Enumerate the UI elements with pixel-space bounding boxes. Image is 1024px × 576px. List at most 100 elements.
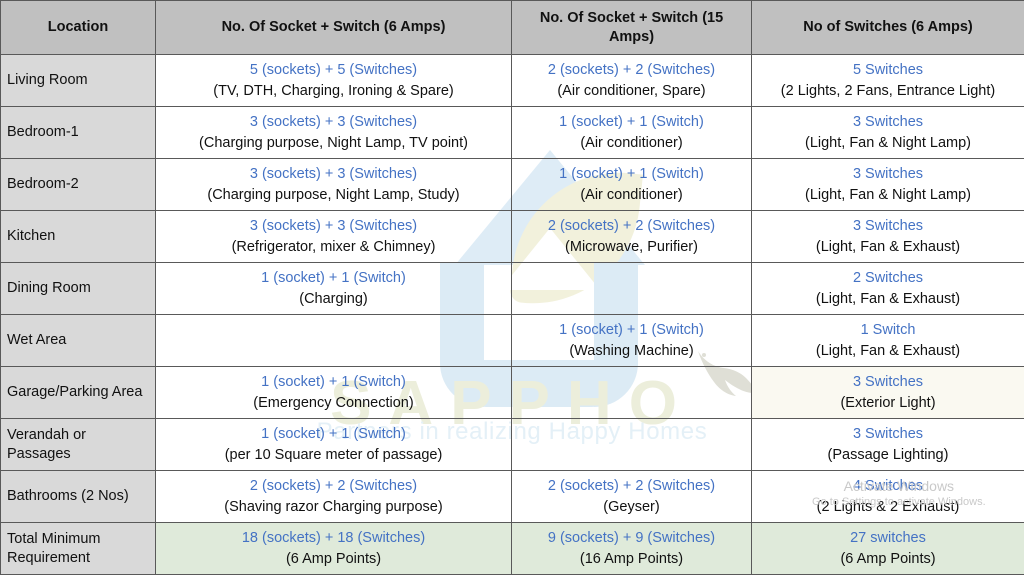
cell-switches-6amps-detail: (Light, Fan & Night Lamp) — [804, 186, 972, 203]
header-row: Location No. Of Socket + Switch (6 Amps)… — [0, 0, 1024, 55]
cell-socket-switch-6amps-count: 3 (sockets) + 3 (Switches) — [249, 113, 418, 130]
cell-socket-switch-15amps-count: 9 (sockets) + 9 (Switches) — [547, 529, 716, 546]
table-row: Dining Room 1 (socket) + 1 (Switch) (Charg… — [0, 262, 1024, 315]
column-header-socket-switch-15amps: No. Of Socket + Switch (15 Amps) — [511, 0, 752, 55]
cell-socket-switch-15amps-detail: (Air conditioner) — [580, 186, 683, 203]
cell-socket-switch-6amps-count: 1 (socket) + 1 (Switch) — [261, 425, 406, 442]
table-row: Garage/Parking Area 1 (socket) + 1 (Switc… — [0, 366, 1024, 419]
cell-location: Dining Room — [0, 262, 156, 315]
cell-switches-6amps-detail: (2 Lights, 2 Fans, Entrance Light) — [780, 82, 996, 99]
cell-socket-switch-15amps-detail: (Microwave, Purifier) — [565, 238, 698, 255]
cell-switches-6amps: 5 Switches (2 Lights, 2 Fans, Entrance Li… — [751, 54, 1024, 107]
cell-switches-6amps-detail: (2 Lights & 2 Exhaust) — [816, 498, 960, 515]
cell-switches-6amps-detail: (Light, Fan & Exhaust) — [815, 238, 961, 255]
table-header: Location No. Of Socket + Switch (6 Amps)… — [0, 0, 1024, 55]
cell-socket-switch-15amps — [511, 366, 752, 419]
cell-switches-6amps: 3 Switches (Passage Lighting) — [751, 418, 1024, 471]
cell-socket-switch-15amps-count: 1 (socket) + 1 (Switch) — [559, 321, 704, 338]
table-row: Kitchen 3 (sockets) + 3 (Switches) (Refrig… — [0, 210, 1024, 263]
cell-location: Living Room — [0, 54, 156, 107]
cell-location: Bathrooms (2 Nos) — [0, 470, 156, 523]
cell-socket-switch-6amps-detail: (Charging purpose, Night Lamp, TV point) — [199, 134, 468, 151]
table-body: Living Room 5 (sockets) + 5 (Switches) (TV… — [0, 54, 1024, 575]
cell-socket-switch-6amps: 18 (sockets) + 18 (Switches) (6 Amp Point… — [155, 522, 512, 575]
cell-switches-6amps: 4 Switches (2 Lights & 2 Exhaust) — [751, 470, 1024, 523]
cell-socket-switch-15amps-count: 2 (sockets) + 2 (Switches) — [547, 477, 716, 494]
cell-socket-switch-15amps-count: 2 (sockets) + 2 (Switches) — [547, 217, 716, 234]
cell-socket-switch-15amps: 9 (sockets) + 9 (Switches) (16 Amp Points… — [511, 522, 752, 575]
cell-socket-switch-6amps-detail: (Refrigerator, mixer & Chimney) — [231, 238, 436, 255]
cell-socket-switch-6amps-count: 18 (sockets) + 18 (Switches) — [241, 529, 426, 546]
cell-switches-6amps: 3 Switches (Light, Fan & Night Lamp) — [751, 158, 1024, 211]
electrical-points-table: Location No. Of Socket + Switch (6 Amps)… — [0, 0, 1024, 575]
cell-socket-switch-6amps: 2 (sockets) + 2 (Switches) (Shaving razor… — [155, 470, 512, 523]
cell-socket-switch-15amps-count: 2 (sockets) + 2 (Switches) — [547, 61, 716, 78]
cell-switches-6amps-detail: (Light, Fan & Night Lamp) — [804, 134, 972, 151]
cell-switches-6amps-count: 4 Switches — [852, 477, 924, 494]
cell-socket-switch-15amps-detail: (Air conditioner) — [580, 134, 683, 151]
table-row: Bedroom-2 3 (sockets) + 3 (Switches) (Char… — [0, 158, 1024, 211]
cell-socket-switch-6amps-detail: (Shaving razor Charging purpose) — [224, 498, 443, 515]
cell-switches-6amps-detail: (6 Amp Points) — [840, 550, 936, 567]
table-row: Wet Area 1 (socket) + 1 (Switch) (Washing … — [0, 314, 1024, 367]
cell-switches-6amps-count: 27 switches — [850, 529, 926, 546]
cell-socket-switch-6amps-detail: (per 10 Square meter of passage) — [224, 446, 443, 463]
cell-socket-switch-6amps-detail: (Charging purpose, Night Lamp, Study) — [207, 186, 460, 203]
cell-switches-6amps: 27 switches (6 Amp Points) — [751, 522, 1024, 575]
cell-socket-switch-15amps-count: 1 (socket) + 1 (Switch) — [559, 113, 704, 130]
cell-switches-6amps-detail: (Exterior Light) — [840, 394, 936, 411]
cell-switches-6amps: 1 Switch (Light, Fan & Exhaust) — [751, 314, 1024, 367]
cell-switches-6amps-count: 1 Switch — [860, 321, 916, 338]
cell-socket-switch-6amps-detail: (Emergency Connection) — [253, 394, 414, 411]
cell-socket-switch-15amps-detail: (Air conditioner, Spare) — [557, 82, 706, 99]
cell-switches-6amps-count: 2 Switches — [852, 269, 924, 286]
cell-socket-switch-6amps: 5 (sockets) + 5 (Switches) (TV, DTH, Char… — [155, 54, 512, 107]
cell-switches-6amps-detail: (Passage Lighting) — [827, 446, 949, 463]
cell-socket-switch-6amps-count: 1 (socket) + 1 (Switch) — [261, 269, 406, 286]
cell-socket-switch-6amps-count: 3 (sockets) + 3 (Switches) — [249, 217, 418, 234]
cell-socket-switch-6amps-count: 5 (sockets) + 5 (Switches) — [249, 61, 418, 78]
cell-socket-switch-15amps-detail: (Washing Machine) — [569, 342, 694, 359]
cell-socket-switch-6amps — [155, 314, 512, 367]
cell-switches-6amps-count: 5 Switches — [852, 61, 924, 78]
cell-socket-switch-6amps-detail: (TV, DTH, Charging, Ironing & Spare) — [213, 82, 454, 99]
cell-switches-6amps: 2 Switches (Light, Fan & Exhaust) — [751, 262, 1024, 315]
cell-socket-switch-6amps: 3 (sockets) + 3 (Switches) (Charging purp… — [155, 158, 512, 211]
spreadsheet-table-screenshot: SAPPHO Partners in realizing Happy Homes… — [0, 0, 1024, 576]
cell-socket-switch-15amps-detail: (Geyser) — [603, 498, 660, 515]
cell-location: Bedroom-2 — [0, 158, 156, 211]
cell-socket-switch-6amps-detail: (6 Amp Points) — [285, 550, 382, 567]
table-row: Living Room 5 (sockets) + 5 (Switches) (TV… — [0, 54, 1024, 107]
cell-switches-6amps: 3 Switches (Exterior Light) — [751, 366, 1024, 419]
cell-socket-switch-6amps-count: 3 (sockets) + 3 (Switches) — [249, 165, 418, 182]
cell-socket-switch-6amps: 1 (socket) + 1 (Switch) (Charging) — [155, 262, 512, 315]
cell-location: Verandah or Passages — [0, 418, 156, 471]
cell-socket-switch-6amps: 3 (sockets) + 3 (Switches) (Refrigerator,… — [155, 210, 512, 263]
cell-location: Total Minimum Requirement — [0, 522, 156, 575]
column-header-switches-6amps: No of Switches (6 Amps) — [751, 0, 1024, 55]
cell-socket-switch-6amps-detail: (Charging) — [299, 290, 368, 307]
table-row: Bedroom-1 3 (sockets) + 3 (Switches) (Char… — [0, 106, 1024, 159]
cell-location: Bedroom-1 — [0, 106, 156, 159]
cell-socket-switch-6amps-count: 2 (sockets) + 2 (Switches) — [249, 477, 418, 494]
cell-socket-switch-15amps: 2 (sockets) + 2 (Switches) (Microwave, Pu… — [511, 210, 752, 263]
cell-socket-switch-15amps: 1 (socket) + 1 (Switch) (Air conditioner) — [511, 158, 752, 211]
cell-socket-switch-15amps: 1 (socket) + 1 (Switch) (Washing Machine) — [511, 314, 752, 367]
cell-location: Kitchen — [0, 210, 156, 263]
cell-switches-6amps: 3 Switches (Light, Fan & Night Lamp) — [751, 106, 1024, 159]
cell-switches-6amps-detail: (Light, Fan & Exhaust) — [815, 290, 961, 307]
cell-socket-switch-15amps-count: 1 (socket) + 1 (Switch) — [559, 165, 704, 182]
cell-socket-switch-6amps: 1 (socket) + 1 (Switch) (per 10 Square me… — [155, 418, 512, 471]
cell-switches-6amps-count: 3 Switches — [852, 217, 924, 234]
cell-socket-switch-15amps: 1 (socket) + 1 (Switch) (Air conditioner) — [511, 106, 752, 159]
table-row: Bathrooms (2 Nos) 2 (sockets) + 2 (Switch… — [0, 470, 1024, 523]
table-row: Verandah or Passages 1 (socket) + 1 (Swit… — [0, 418, 1024, 471]
cell-socket-switch-15amps — [511, 262, 752, 315]
cell-socket-switch-15amps-detail: (16 Amp Points) — [579, 550, 684, 567]
cell-switches-6amps-count: 3 Switches — [852, 425, 924, 442]
cell-location: Wet Area — [0, 314, 156, 367]
table-row-total: Total Minimum Requirement 18 (sockets) + … — [0, 522, 1024, 575]
column-header-socket-switch-6amps: No. Of Socket + Switch (6 Amps) — [155, 0, 512, 55]
cell-switches-6amps-count: 3 Switches — [852, 373, 924, 390]
column-header-location: Location — [0, 0, 156, 55]
